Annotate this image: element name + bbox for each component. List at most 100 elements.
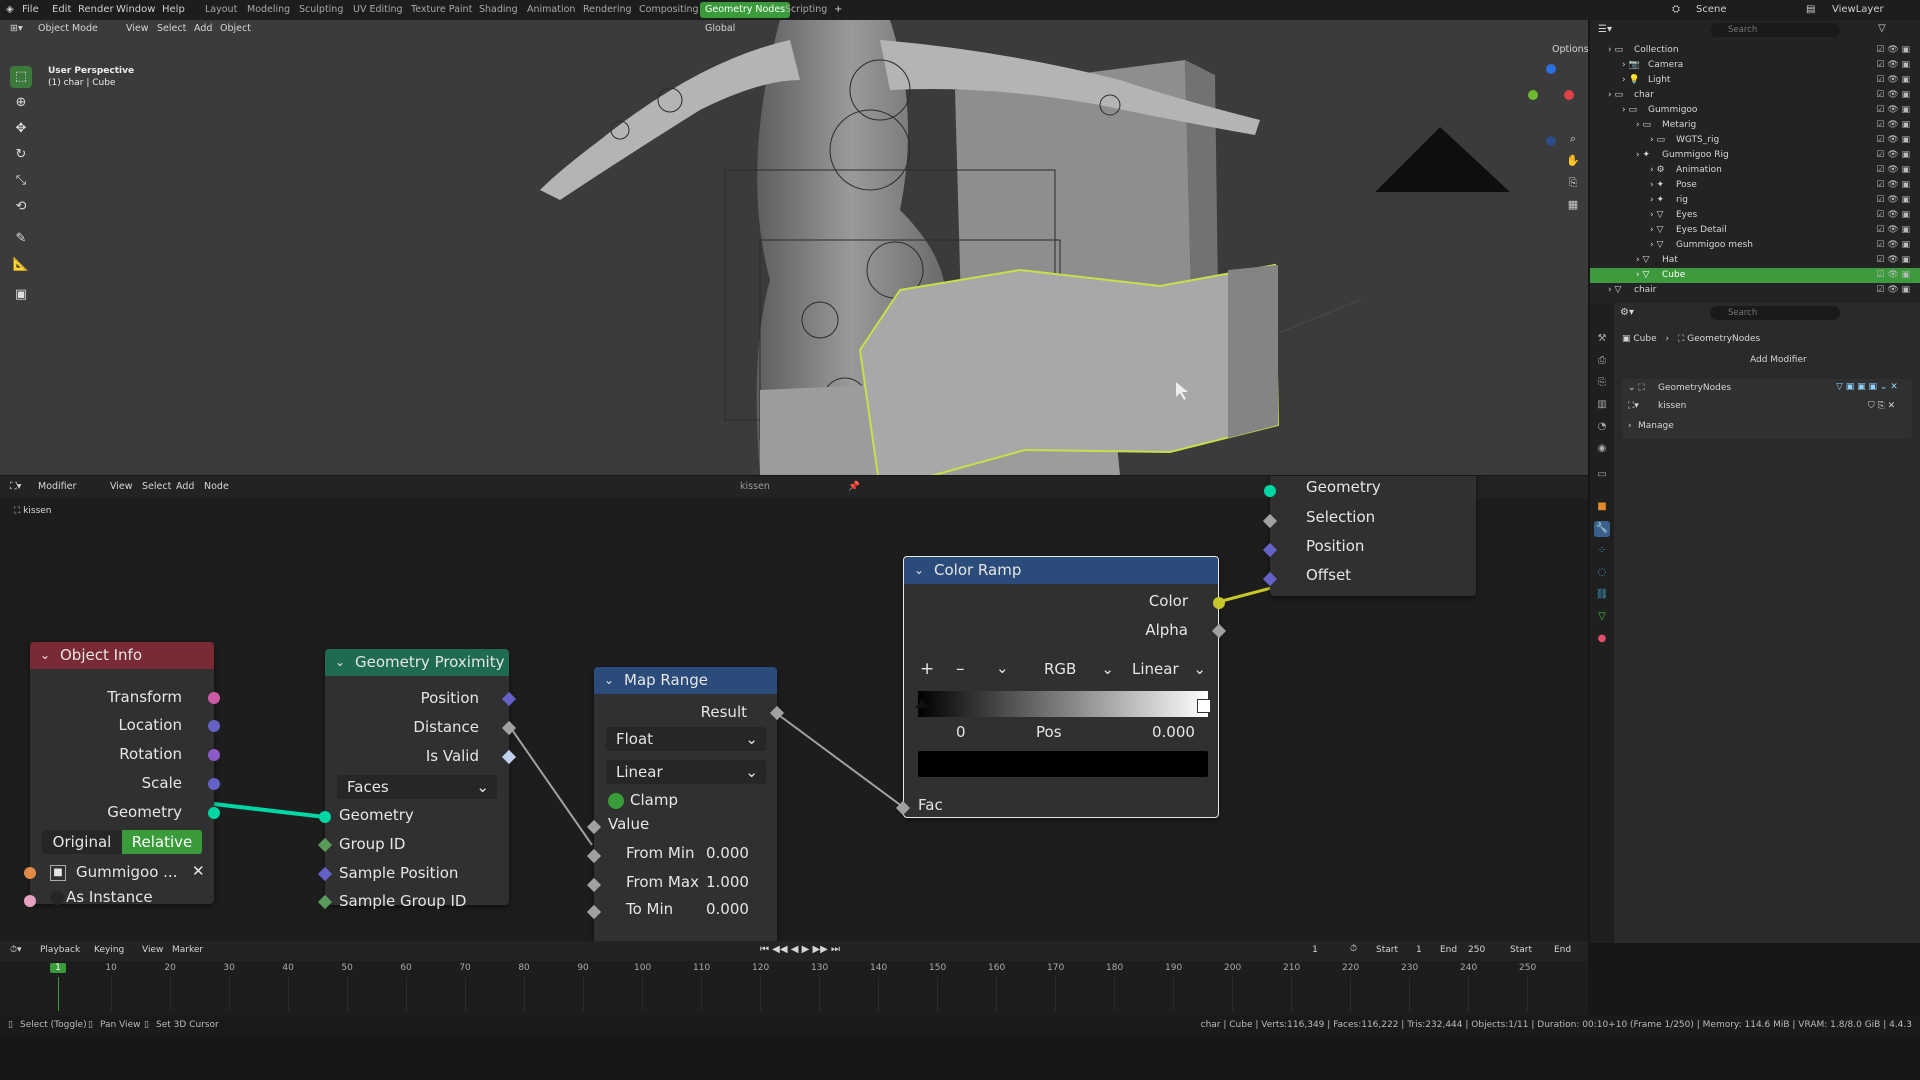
geometry-input-socket[interactable] bbox=[1264, 485, 1276, 497]
target-element-dropdown[interactable]: Faces ⌄ bbox=[337, 775, 497, 799]
geometry-node-editor[interactable]: ⛶▾ Modifier View Select Add Node kissen … bbox=[0, 476, 1588, 941]
start-frame-field[interactable]: 1 bbox=[1416, 945, 1422, 955]
blender-logo-icon[interactable]: ◈ bbox=[6, 4, 14, 15]
3d-viewport[interactable]: ⊞▾ Object Mode View Select Add Object Gl… bbox=[0, 20, 1588, 475]
outliner-item-gummigoo[interactable]: › ▭ Gummigoo ☑ 👁 ▣ bbox=[1590, 103, 1920, 118]
measure-tool-icon[interactable]: 📐 bbox=[10, 254, 32, 276]
tab-uv-editing[interactable]: UV Editing bbox=[348, 2, 408, 18]
view-layer-tab-icon[interactable]: ▥ bbox=[1594, 397, 1610, 413]
clear-object-icon[interactable]: ✕ bbox=[192, 862, 205, 880]
playback-menu[interactable]: Playback bbox=[40, 945, 80, 955]
options-dropdown[interactable]: Options bbox=[1552, 44, 1588, 55]
material-tab-icon[interactable]: ● bbox=[1594, 631, 1610, 647]
menu-file[interactable]: File bbox=[22, 4, 39, 15]
set-position-node[interactable]: Geometry Selection Position Offset bbox=[1262, 476, 1476, 596]
data-tab-icon[interactable]: ▽ bbox=[1594, 609, 1610, 625]
pan-hand-icon[interactable]: ✋ bbox=[1566, 154, 1580, 168]
black-stop-handle[interactable] bbox=[915, 699, 929, 708]
viewport-menu-select[interactable]: Select bbox=[157, 23, 186, 34]
color-output-socket[interactable] bbox=[1213, 597, 1225, 609]
map-range-header[interactable]: ⌄ Map Range bbox=[594, 667, 777, 694]
properties-editor[interactable]: ⚒ ⎙ ⎘ ▥ ◔ ◉ ▭ ■ 🔧 ⁘ ◌ ⛓ ▽ ● ⚙▾ Search ▣ … bbox=[1590, 303, 1920, 943]
outliner-item-gummigoo-rig[interactable]: › ✦ Gummigoo Rig ☑ 👁 ▣ bbox=[1590, 148, 1920, 163]
current-frame-field[interactable]: 1 bbox=[1290, 945, 1340, 955]
interpolation-dropdown[interactable]: Linear ⌄ bbox=[606, 760, 766, 784]
visibility-toggle-icons[interactable]: ☑ 👁 ▣ bbox=[1876, 88, 1910, 103]
visibility-toggle-icons[interactable]: ☑ 👁 ▣ bbox=[1876, 133, 1910, 148]
geometry-output-socket[interactable] bbox=[208, 807, 220, 819]
clamp-checkbox[interactable] bbox=[608, 793, 624, 809]
output-tab-icon[interactable]: ⎘ bbox=[1594, 375, 1610, 391]
outliner-item-rig[interactable]: › ✦ rig ☑ 👁 ▣ bbox=[1590, 193, 1920, 208]
tab-animation[interactable]: Animation bbox=[522, 2, 580, 18]
viewlayer-icon[interactable]: ▤ bbox=[1806, 4, 1815, 15]
outliner-item-hat[interactable]: › ▽ Hat ☑ 👁 ▣ bbox=[1590, 253, 1920, 268]
outliner-item-camera[interactable]: › 📷 Camera ☑ 👁 ▣ bbox=[1590, 58, 1920, 73]
object-input-socket[interactable] bbox=[24, 867, 36, 879]
scene-name[interactable]: Scene bbox=[1696, 4, 1727, 15]
stop-color-swatch[interactable] bbox=[918, 751, 1208, 777]
y-axis-handle[interactable] bbox=[1528, 90, 1538, 100]
object-tab-icon[interactable]: ■ bbox=[1594, 499, 1610, 515]
object-info-node[interactable]: ⌄ Object Info Transform Location Rotation… bbox=[24, 642, 220, 907]
menu-help[interactable]: Help bbox=[162, 4, 185, 15]
geometry-input-socket[interactable] bbox=[319, 811, 331, 823]
viewport-menu-add[interactable]: Add bbox=[194, 23, 212, 34]
rotation-output-socket[interactable] bbox=[208, 749, 220, 761]
from-max-field[interactable]: 1.000 bbox=[706, 873, 749, 891]
visibility-toggle-icons[interactable]: ☑ 👁 ▣ bbox=[1876, 118, 1910, 133]
render-tab-icon[interactable]: ⎙ bbox=[1594, 353, 1610, 369]
outliner-item-char[interactable]: › ▭ char ☑ 👁 ▣ bbox=[1590, 88, 1920, 103]
zoom-icon[interactable]: ⌕ bbox=[1566, 132, 1580, 146]
visibility-toggle-icons[interactable]: ☑ 👁 ▣ bbox=[1876, 223, 1910, 238]
move-tool-icon[interactable]: ✥ bbox=[10, 118, 32, 140]
viewlayer-name[interactable]: ViewLayer bbox=[1832, 4, 1884, 15]
visibility-toggle-icons[interactable]: ☑ 👁 ▣ bbox=[1876, 283, 1910, 298]
manage-panel[interactable]: Manage bbox=[1638, 421, 1674, 431]
outliner-item-cube[interactable]: › ▽ Cube ☑ 👁 ▣ bbox=[1590, 268, 1920, 283]
transform-orientation-dropdown[interactable]: Global bbox=[705, 23, 735, 34]
ortho-grid-icon[interactable]: ▦ bbox=[1566, 198, 1580, 212]
outliner-item-collection[interactable]: › ▭ Collection ☑ 👁 ▣ bbox=[1590, 43, 1920, 58]
from-min-field[interactable]: 0.000 bbox=[706, 844, 749, 862]
ramp-interpolation-dropdown[interactable]: Linear ⌄ bbox=[1122, 657, 1206, 681]
modifier-visibility-icons[interactable]: ▽ ▣ ▣ ▣ ⌄ ✕ bbox=[1836, 382, 1898, 392]
transform-output-socket[interactable] bbox=[208, 692, 220, 704]
select-tool-icon[interactable]: ⬚ bbox=[10, 66, 32, 88]
menu-window[interactable]: Window bbox=[116, 4, 155, 15]
tool-tab-icon[interactable]: ⚒ bbox=[1594, 331, 1610, 347]
collapse-chevron-icon[interactable]: ⌄ bbox=[604, 667, 614, 694]
visibility-toggle-icons[interactable]: ☑ 👁 ▣ bbox=[1876, 103, 1910, 118]
visibility-toggle-icons[interactable]: ☑ 👁 ▣ bbox=[1876, 178, 1910, 193]
tab-layout[interactable]: Layout bbox=[200, 2, 242, 18]
scene-icon[interactable]: ⛭ bbox=[1672, 4, 1680, 15]
modifier-name[interactable]: GeometryNodes bbox=[1658, 383, 1731, 393]
collapse-chevron-icon[interactable]: ⌄ bbox=[914, 557, 924, 584]
end-frame-field[interactable]: 250 bbox=[1468, 945, 1485, 955]
outliner-item-gummigoo-mesh[interactable]: › ▽ Gummigoo mesh ☑ 👁 ▣ bbox=[1590, 238, 1920, 253]
add-workspace-icon[interactable]: + bbox=[834, 4, 842, 15]
add-stop-icon[interactable]: + bbox=[920, 659, 934, 679]
as-instance-input-socket[interactable] bbox=[24, 895, 36, 907]
rotate-tool-icon[interactable]: ↻ bbox=[10, 144, 32, 166]
outliner-editor-icon[interactable]: ☰▾ bbox=[1598, 24, 1612, 35]
pos-field[interactable]: 0.000 bbox=[1152, 723, 1195, 741]
map-range-node[interactable]: ⌄ Map Range Result Float ⌄ Linear ⌄ Clamp V… bbox=[586, 667, 785, 941]
z-axis-handle[interactable] bbox=[1546, 64, 1556, 74]
modifier-expand-icon[interactable]: ⌄ ⛶ bbox=[1628, 383, 1645, 393]
properties-search-input[interactable]: Search bbox=[1710, 306, 1840, 320]
camera-gizmo[interactable] bbox=[1375, 127, 1510, 192]
scene-tab-icon[interactable]: ◔ bbox=[1594, 419, 1610, 435]
visibility-toggle-icons[interactable]: ☑ 👁 ▣ bbox=[1876, 43, 1910, 58]
modifier-tab-icon[interactable]: 🔧 bbox=[1594, 521, 1610, 537]
node-group-name[interactable]: kissen bbox=[1658, 401, 1686, 411]
manage-expand-icon[interactable]: › bbox=[1628, 421, 1632, 431]
remove-stop-icon[interactable]: – bbox=[956, 659, 965, 679]
visibility-toggle-icons[interactable]: ☑ 👁 ▣ bbox=[1876, 193, 1910, 208]
ramp-menu-chevron-icon[interactable]: ⌄ bbox=[996, 659, 1009, 677]
object-mode-dropdown[interactable]: Object Mode bbox=[38, 23, 98, 34]
color-mode-dropdown[interactable]: RGB ⌄ bbox=[1034, 657, 1114, 681]
visibility-toggle-icons[interactable]: ☑ 👁 ▣ bbox=[1876, 58, 1910, 73]
selected-cube[interactable] bbox=[858, 263, 1280, 475]
marker-menu[interactable]: Marker bbox=[172, 945, 203, 955]
